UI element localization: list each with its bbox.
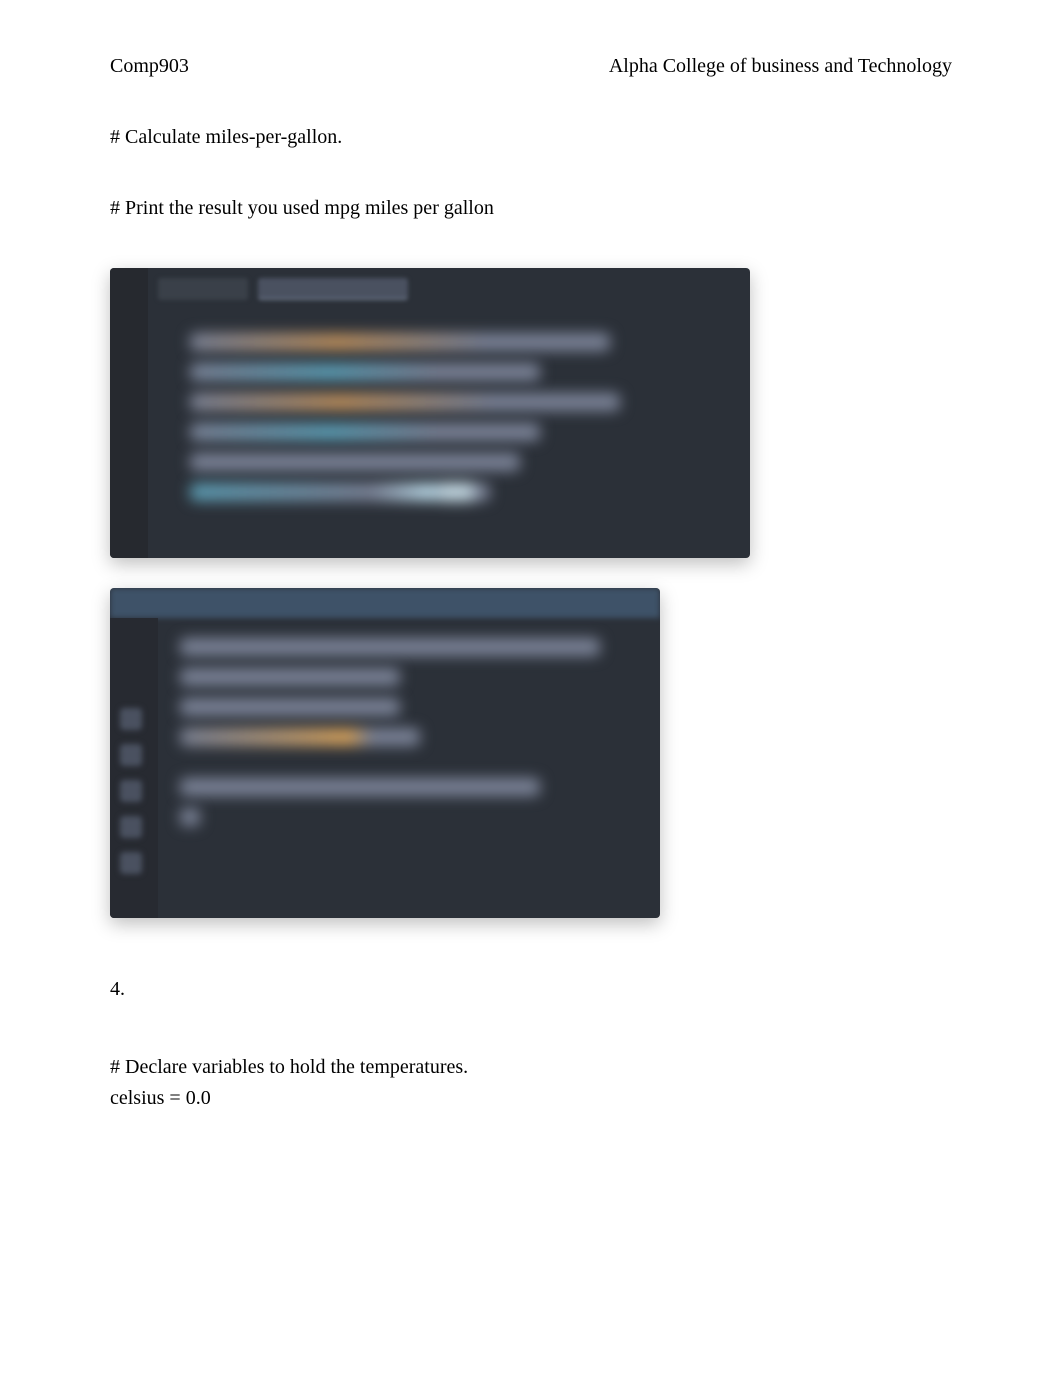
blurred-output-line [180,668,400,686]
code-celsius-line: celsius = 0.0 [110,1087,952,1110]
sidebar-icon [120,780,142,802]
sidebar-icons [120,708,142,874]
blurred-output-line [180,778,540,796]
sidebar-icon [120,744,142,766]
editor-tab [158,278,248,300]
sidebar-icon [120,816,142,838]
comment-calc-mpg: # Calculate miles-per-gallon. [110,126,952,149]
editor-tab-active [258,278,408,300]
blurred-code-line [190,393,620,411]
terminal-screenshot-2 [110,588,660,918]
blurred-output-line [180,698,400,716]
code-editor-screenshot-1 [110,268,750,558]
blurred-output-line [180,638,600,656]
blurred-output-line [180,808,200,826]
blurred-code-line [190,423,540,441]
sidebar-icon [120,708,142,730]
blurred-output-line [180,728,420,746]
page-header: Comp903 Alpha College of business and Te… [110,55,952,78]
blurred-code-line [190,363,540,381]
blurred-code-line [190,333,610,351]
highlight-token [440,483,474,501]
blurred-code-line [190,453,520,471]
comment-declare-vars: # Declare variables to hold the temperat… [110,1051,952,1083]
document-page: Comp903 Alpha College of business and Te… [0,0,1062,1150]
institution-name: Alpha College of business and Technology [609,55,952,78]
blurred-code-line [190,483,490,501]
question-number: 4. [110,978,952,1001]
comment-print-result: # Print the result you used mpg miles pe… [110,197,952,220]
blurred-output-area [180,638,640,838]
course-code: Comp903 [110,55,189,78]
editor-gutter [110,268,148,558]
blurred-code-area [190,333,730,513]
terminal-topbar [110,588,660,618]
editor-tabbar [148,278,750,306]
sidebar-icon [120,852,142,874]
